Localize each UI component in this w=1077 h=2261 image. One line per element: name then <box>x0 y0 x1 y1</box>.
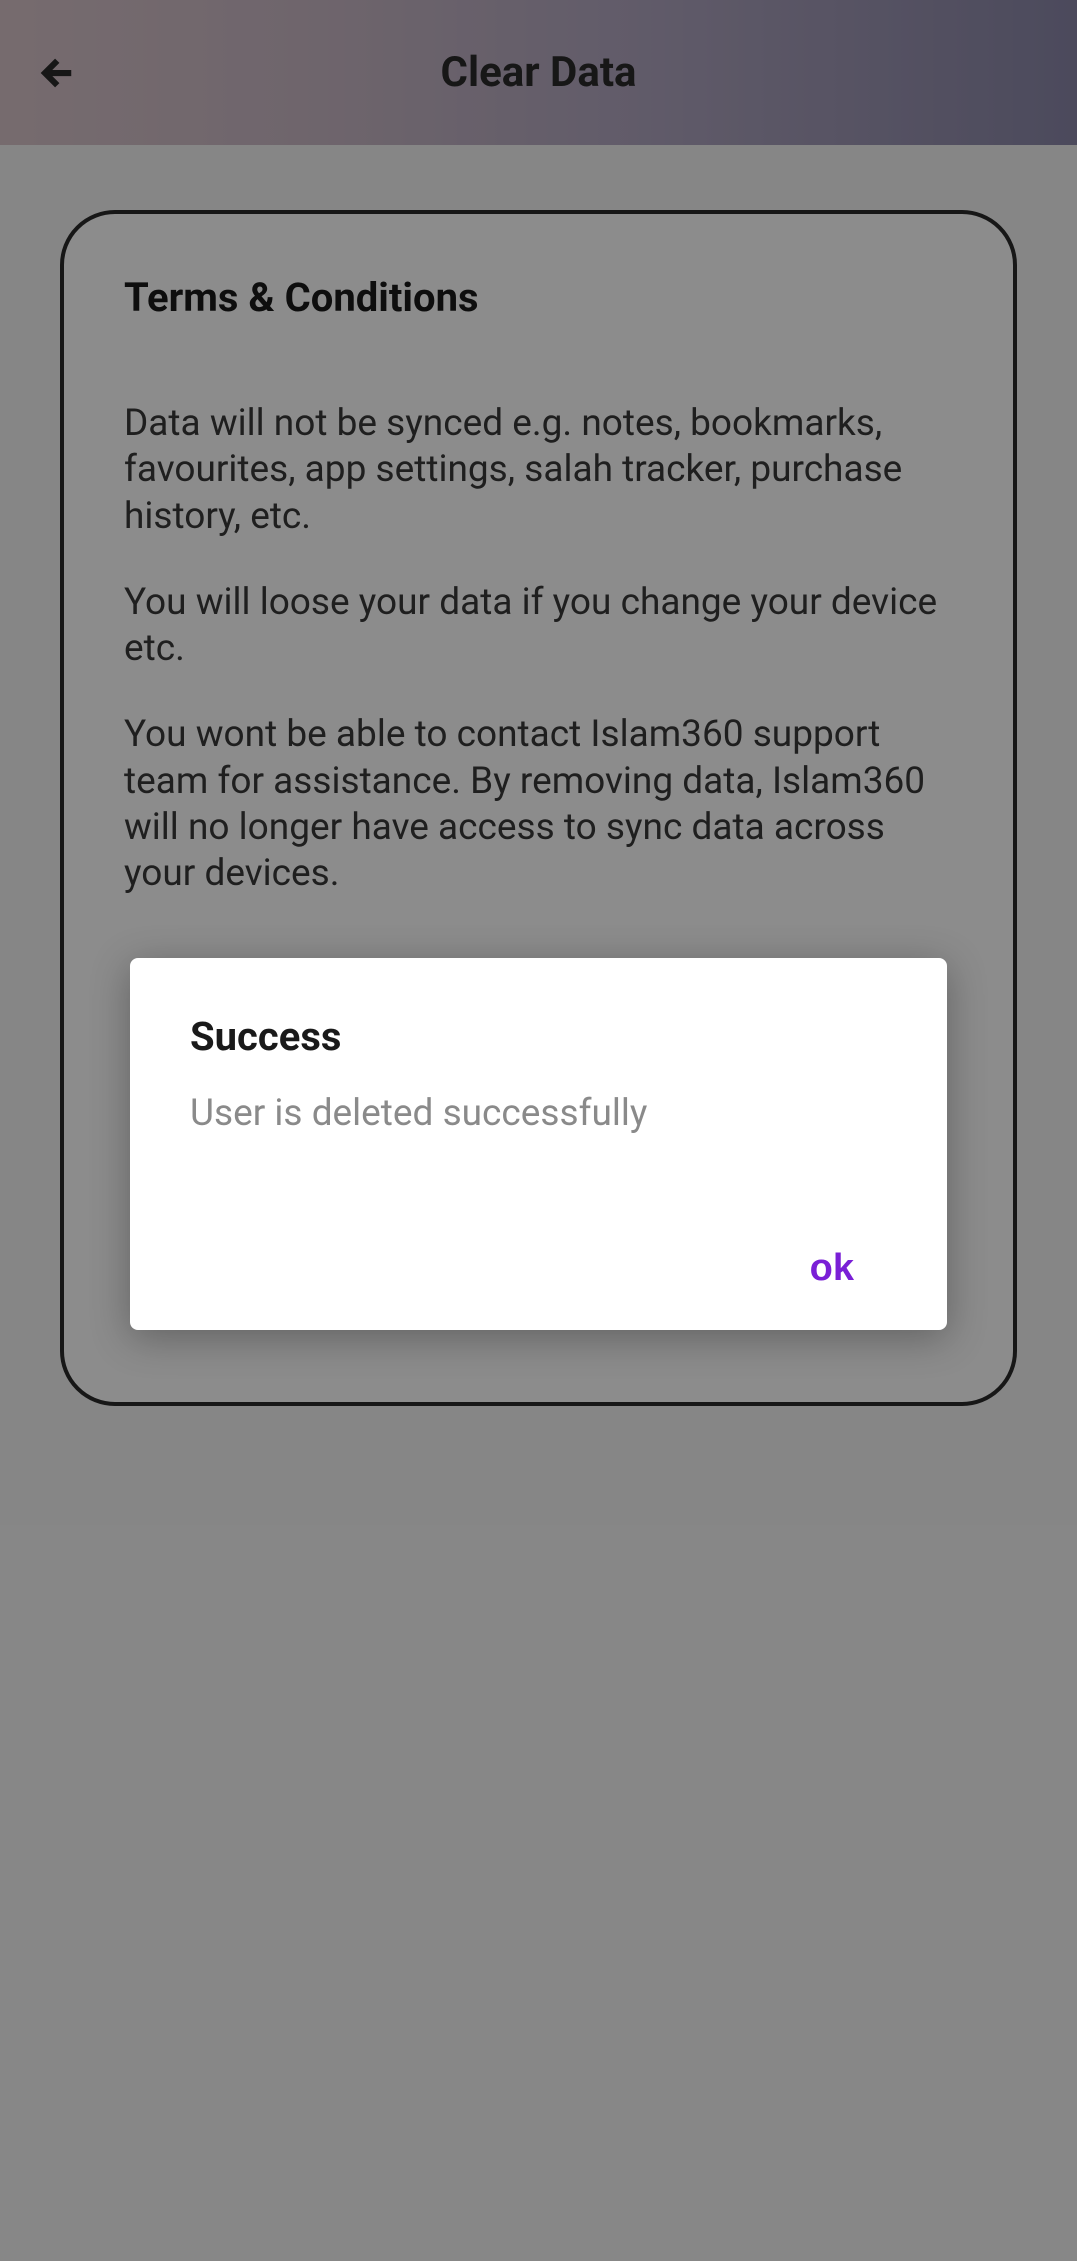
dialog-ok-button[interactable]: ok <box>782 1235 882 1302</box>
dialog-message: User is deleted successfully <box>190 1092 887 1135</box>
dialog-title: Success <box>190 1013 887 1060</box>
dialog-actions: ok <box>190 1235 887 1302</box>
success-dialog: Success User is deleted successfully ok <box>130 958 947 1330</box>
